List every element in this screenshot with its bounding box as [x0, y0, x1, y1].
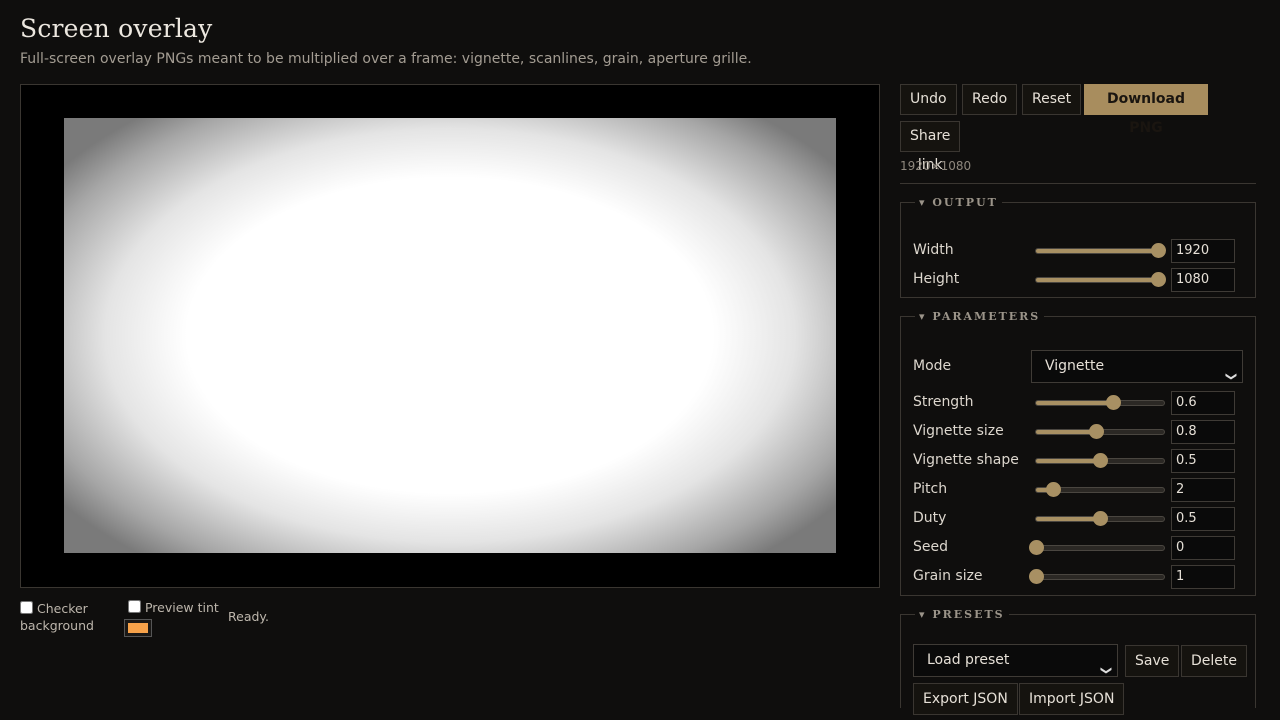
mode-select[interactable]: Vignette ❯	[1031, 350, 1243, 383]
save-preset-button[interactable]: Save	[1125, 645, 1180, 677]
vignette-size-input[interactable]: 0.8	[1171, 420, 1235, 444]
seed-input[interactable]: 0	[1171, 536, 1235, 560]
preview-tint-checkbox[interactable]	[128, 600, 141, 613]
strength-input[interactable]: 0.6	[1171, 391, 1235, 415]
checker-background-checkbox[interactable]	[20, 601, 33, 614]
tint-color-swatch	[128, 623, 148, 633]
parameters-section: ▾ PARAMETERS Mode Vignette ❯ Strength 0.…	[900, 310, 1256, 596]
page-title: Screen overlay	[20, 14, 213, 43]
grain-size-slider-thumb[interactable]	[1029, 569, 1044, 584]
vignette-shape-input[interactable]: 0.5	[1171, 449, 1235, 473]
preview-stage	[20, 84, 880, 588]
vignette-size-control: Vignette size 0.8	[913, 420, 1245, 444]
duty-label: Duty	[913, 510, 947, 526]
preview-tint-label: Preview tint	[144, 600, 219, 615]
share-link-button[interactable]: Share link	[900, 121, 961, 173]
duty-slider-thumb[interactable]	[1093, 511, 1108, 526]
height-label: Height	[913, 271, 960, 287]
pitch-slider[interactable]	[1035, 482, 1165, 497]
parameters-legend[interactable]: ▾ PARAMETERS	[915, 310, 1044, 323]
vignette-shape-label: Vignette shape	[913, 452, 1019, 468]
seed-label: Seed	[913, 539, 948, 555]
vignette-shape-slider[interactable]	[1035, 453, 1165, 468]
divider	[900, 183, 1256, 184]
vignette-size-slider-thumb[interactable]	[1089, 424, 1105, 439]
height-control: Height 1080	[913, 268, 1245, 292]
vignette-shape-slider-thumb[interactable]	[1093, 453, 1108, 468]
duty-slider[interactable]	[1035, 511, 1165, 526]
width-slider[interactable]	[1035, 243, 1166, 258]
presets-section: ▾ PRESETS Load preset ❯ Save Delete Expo…	[900, 608, 1256, 715]
strength-slider-thumb[interactable]	[1105, 395, 1121, 410]
mode-control: Mode Vignette ❯	[913, 350, 1245, 383]
seed-control: Seed 0	[913, 536, 1245, 560]
strength-slider[interactable]	[1035, 395, 1165, 410]
width-label: Width	[913, 242, 954, 258]
grain-size-control: Grain size 1	[913, 565, 1245, 589]
vignette-size-label: Vignette size	[913, 423, 1004, 439]
delete-preset-button[interactable]: Delete	[1181, 645, 1247, 677]
chevron-down-icon: ❯	[1099, 665, 1113, 676]
height-slider-thumb[interactable]	[1150, 272, 1166, 287]
strength-label: Strength	[913, 394, 974, 410]
checker-background-toggle[interactable]: Checker background	[20, 600, 110, 634]
seed-slider[interactable]	[1029, 540, 1165, 555]
output-dimensions: 1920×1080	[900, 159, 972, 173]
seed-slider-thumb[interactable]	[1029, 540, 1044, 555]
undo-button[interactable]: Undo	[900, 84, 957, 115]
vignette-shape-control: Vignette shape 0.5	[913, 449, 1245, 473]
export-json-button[interactable]: Export JSON	[913, 683, 1018, 715]
pitch-control: Pitch 2	[913, 478, 1245, 502]
strength-control: Strength 0.6	[913, 391, 1245, 415]
tint-color-picker[interactable]	[124, 619, 152, 637]
output-section: ▾ OUTPUT Width 1920 Height 1080	[900, 196, 1256, 298]
page-subtitle: Full-screen overlay PNGs meant to be mul…	[20, 51, 752, 67]
duty-input[interactable]: 0.5	[1171, 507, 1235, 531]
width-slider-thumb[interactable]	[1150, 243, 1166, 258]
pitch-slider-thumb[interactable]	[1045, 482, 1061, 497]
grain-size-input[interactable]: 1	[1171, 565, 1235, 589]
mode-select-value: Vignette	[1045, 358, 1105, 374]
redo-button[interactable]: Redo	[962, 84, 1018, 115]
presets-legend[interactable]: ▾ PRESETS	[915, 608, 1009, 621]
preview-tint-toggle[interactable]: Preview tint	[128, 600, 219, 615]
overlay-preview-canvas	[64, 118, 836, 553]
height-input[interactable]: 1080	[1171, 268, 1235, 292]
preset-select-value: Load preset	[927, 652, 1010, 668]
mode-label: Mode	[913, 358, 952, 374]
import-json-button[interactable]: Import JSON	[1019, 683, 1125, 715]
pitch-label: Pitch	[913, 481, 948, 497]
width-input[interactable]: 1920	[1171, 239, 1235, 263]
output-legend[interactable]: ▾ OUTPUT	[915, 196, 1002, 209]
chevron-down-icon: ❯	[1224, 371, 1238, 382]
reset-button[interactable]: Reset	[1022, 84, 1082, 115]
width-control: Width 1920	[913, 239, 1245, 263]
download-png-button[interactable]: Download PNG	[1084, 84, 1208, 136]
preset-select[interactable]: Load preset ❯	[913, 644, 1118, 677]
vignette-size-slider[interactable]	[1035, 424, 1165, 439]
pitch-input[interactable]: 2	[1171, 478, 1235, 502]
duty-control: Duty 0.5	[913, 507, 1245, 531]
grain-size-slider[interactable]	[1029, 569, 1165, 584]
grain-size-label: Grain size	[913, 568, 983, 584]
height-slider[interactable]	[1035, 272, 1166, 287]
status-text: Ready.	[228, 609, 269, 624]
